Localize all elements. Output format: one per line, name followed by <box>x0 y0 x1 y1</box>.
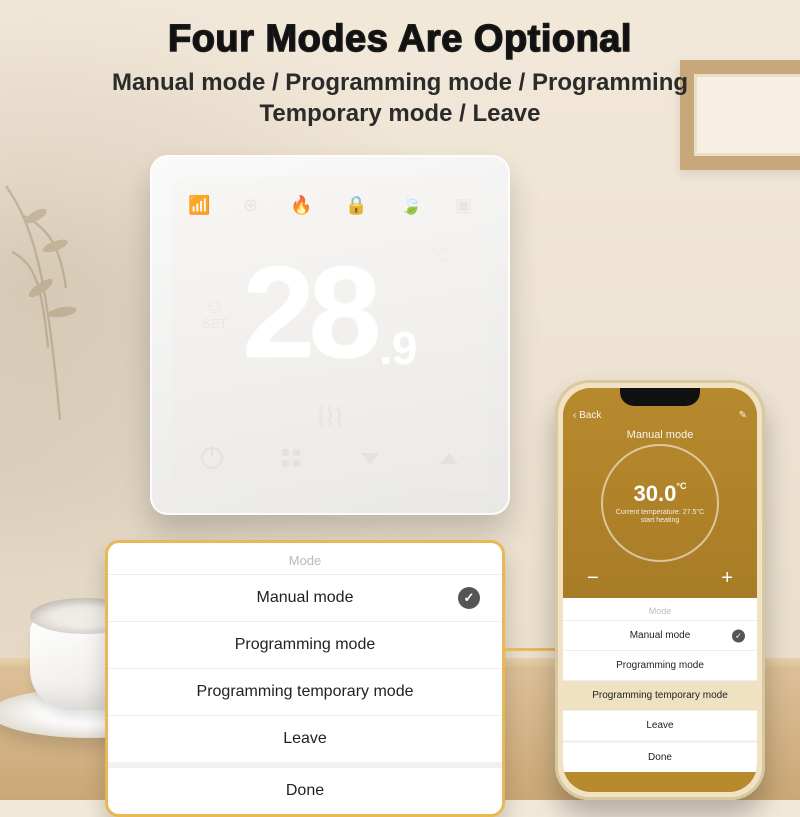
phone-mode-list: Mode Manual mode ✓ Programming mode Prog… <box>563 598 757 772</box>
nav-back-button[interactable]: ‹ Back <box>573 410 601 421</box>
modes-icon <box>282 449 300 467</box>
headline-subtitle: Manual mode / Programming mode / Program… <box>0 67 800 129</box>
mode-popup-header: Mode <box>108 543 502 574</box>
mode-option-programming[interactable]: Programming mode <box>108 621 502 668</box>
face-icon: ☺ <box>202 297 227 317</box>
chevron-down-icon <box>361 453 379 464</box>
temp-minus-button[interactable]: − <box>587 567 599 590</box>
temperature-decimal: .9 <box>379 321 417 375</box>
leaf-icon: 🍃 <box>400 195 422 216</box>
temperature-dial[interactable]: 30.0°C Current temperature: 27.5°Cstart … <box>601 444 719 562</box>
power-button[interactable] <box>195 441 229 475</box>
temp-down-button[interactable] <box>353 441 387 475</box>
temp-up-button[interactable] <box>432 441 466 475</box>
mode-option-manual[interactable]: Manual mode ✓ <box>108 574 502 621</box>
mode-selector-popup: Mode Manual mode ✓ Programming mode Prog… <box>105 540 505 817</box>
window-icon: ▣ <box>455 195 472 216</box>
thermostat-status-icons: 📶 ⊕ 🔥 🔒 🍃 ▣ <box>172 195 488 216</box>
modes-button[interactable] <box>274 441 308 475</box>
phone-mode-manual[interactable]: Manual mode ✓ <box>563 620 757 650</box>
flame-icon: 🔥 <box>290 195 312 216</box>
check-icon: ✓ <box>458 587 480 609</box>
mode-option-leave[interactable]: Leave <box>108 715 502 762</box>
chevron-up-icon <box>440 453 458 464</box>
mode-done-button[interactable]: Done <box>108 762 502 814</box>
phone-mockup: ‹ Back ✎ Manual mode 30.0°C Current temp… <box>555 380 765 800</box>
mode-option-programming-temporary[interactable]: Programming temporary mode <box>108 668 502 715</box>
nav-edit-button[interactable]: ✎ <box>739 410 747 421</box>
phone-current-mode: Manual mode <box>563 429 757 441</box>
thermostat-device: 📶 ⊕ 🔥 🔒 🍃 ▣ ☺ SET 28 .9 °C <box>150 155 510 515</box>
power-icon <box>201 447 223 469</box>
lock-icon: 🔒 <box>345 195 367 216</box>
wifi-icon: 📶 <box>188 195 210 216</box>
phone-notch <box>620 388 700 406</box>
target-icon: ⊕ <box>243 195 258 216</box>
dial-subtext: Current temperature: 27.5°Cstart heating <box>616 509 704 526</box>
check-icon: ✓ <box>732 629 745 642</box>
temperature-unit: °C <box>430 245 452 268</box>
set-indicator: ☺ SET <box>202 297 227 330</box>
phone-mode-leave[interactable]: Leave <box>563 710 757 740</box>
dial-temperature: 30.0°C <box>634 481 687 507</box>
phone-mode-programming-temporary[interactable]: Programming temporary mode <box>563 680 757 710</box>
phone-mode-programming[interactable]: Programming mode <box>563 650 757 680</box>
plant-twig <box>0 180 120 420</box>
heat-waves-icon <box>315 405 345 432</box>
temp-plus-button[interactable]: + <box>721 567 733 590</box>
phone-list-header: Mode <box>563 598 757 620</box>
headline-title: Four Modes Are Optional <box>0 18 800 61</box>
temperature-integer: 28 <box>243 247 376 377</box>
phone-done-button[interactable]: Done <box>563 740 757 772</box>
